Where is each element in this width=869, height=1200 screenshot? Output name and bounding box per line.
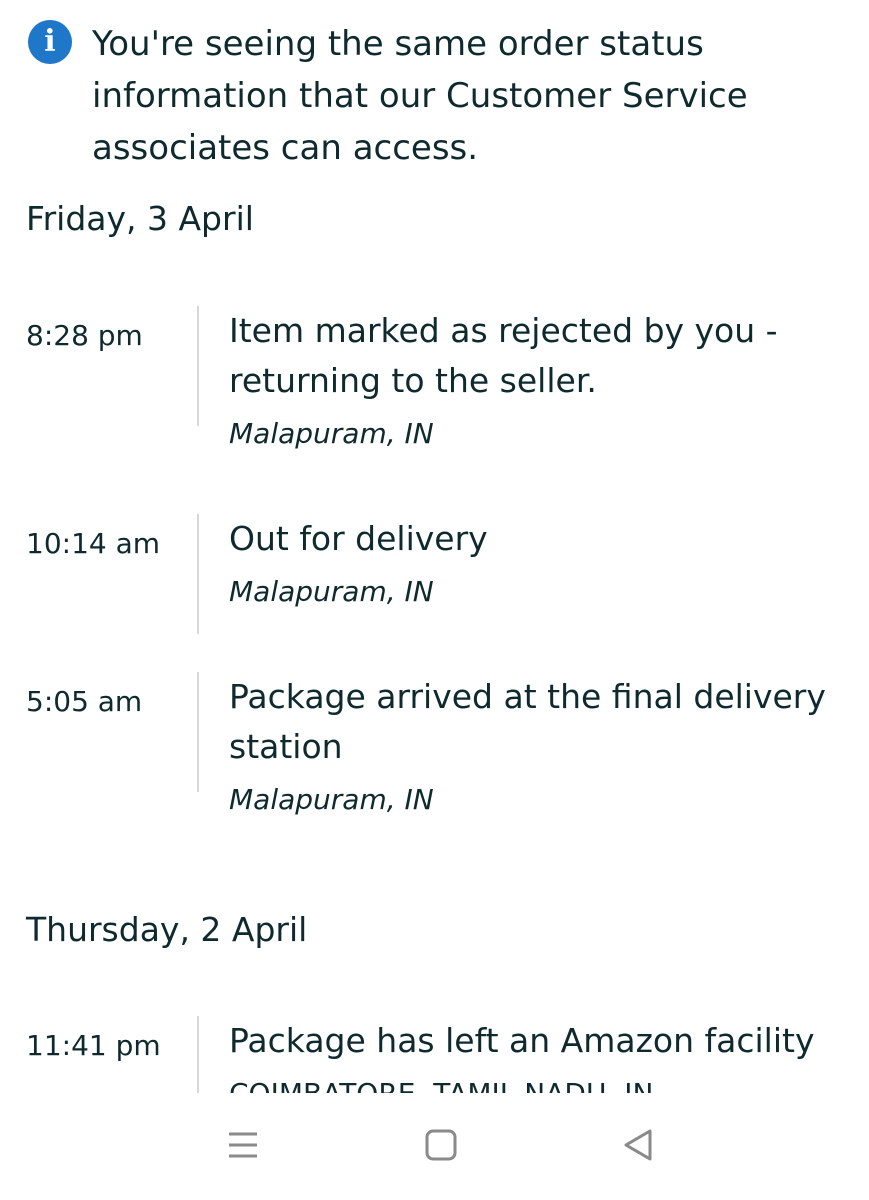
event-location: Malapuram, IN xyxy=(229,783,434,816)
event-status: Out for delivery xyxy=(229,519,488,558)
back-button[interactable] xyxy=(608,1115,668,1175)
event-description: Package arrived at the final delivery st… xyxy=(229,672,849,820)
event-time: 11:41 pm xyxy=(26,1029,161,1062)
home-button[interactable] xyxy=(411,1115,471,1175)
timeline-divider xyxy=(197,1016,199,1093)
event-location: COIMBATORE, TAMIL NADU, IN xyxy=(229,1074,849,1093)
event-location: Malapuram, IN xyxy=(229,575,434,608)
event-time: 8:28 pm xyxy=(26,319,143,352)
timeline-divider xyxy=(197,672,199,792)
event-description: Out for delivery Malapuram, IN xyxy=(229,514,849,612)
event-time: 10:14 am xyxy=(26,527,161,560)
event-location: Malapuram, IN xyxy=(229,417,434,450)
day-heading-thursday: Thursday, 2 April xyxy=(26,910,308,949)
event-status: Package arrived at the final delivery st… xyxy=(229,677,826,766)
info-notice: i You're seeing the same order status in… xyxy=(28,18,848,174)
triangle-back-icon xyxy=(624,1129,652,1161)
event-time: 5:05 am xyxy=(26,685,143,718)
timeline-divider xyxy=(197,514,199,634)
day-heading-friday: Friday, 3 April xyxy=(26,199,254,238)
tracking-content: i You're seeing the same order status in… xyxy=(0,0,869,1093)
event-description: Package has left an Amazon facility COIM… xyxy=(229,1016,849,1093)
recent-apps-button[interactable] xyxy=(213,1115,273,1175)
info-icon: i xyxy=(28,20,72,64)
event-description: Item marked as rejected by you - returni… xyxy=(229,306,849,454)
notice-text: You're seeing the same order status info… xyxy=(92,24,748,168)
event-status: Item marked as rejected by you - returni… xyxy=(229,311,778,400)
timeline-divider xyxy=(197,306,199,426)
menu-lines-icon xyxy=(229,1132,257,1158)
event-status: Package has left an Amazon facility xyxy=(229,1021,815,1060)
square-home-icon xyxy=(425,1129,457,1161)
android-nav-bar xyxy=(0,1093,869,1200)
